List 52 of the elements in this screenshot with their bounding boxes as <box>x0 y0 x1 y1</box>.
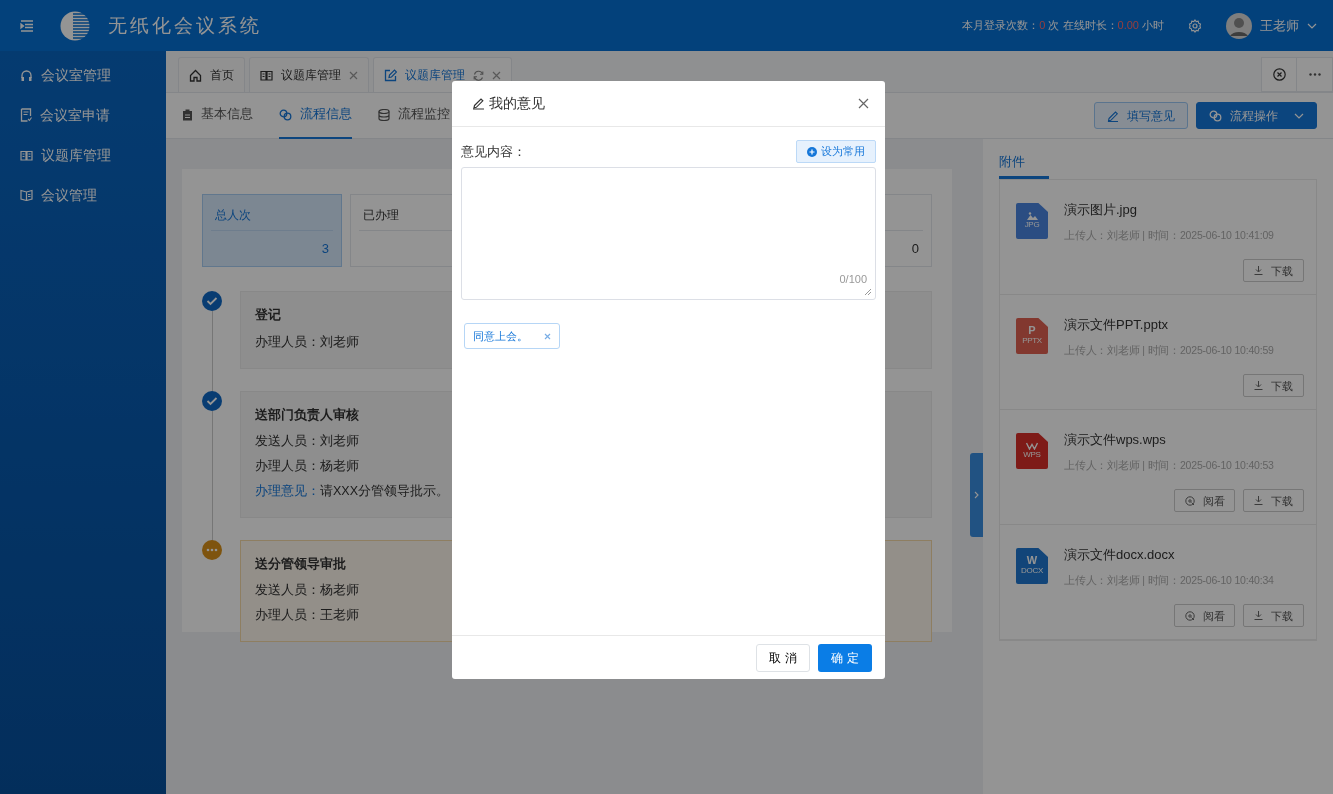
step-detail: 办理人员：杨老师 <box>255 458 359 475</box>
sidebar-item[interactable]: 会议室管理 <box>0 55 166 95</box>
file-type-label: WPS <box>1023 449 1041 461</box>
file-name[interactable]: 演示文件docx.docx <box>1064 545 1274 565</box>
page-tab[interactable]: 议题库管理 <box>249 57 369 92</box>
step-detail: 办理人员：刘老师 <box>255 333 359 351</box>
view-button[interactable]: 阅看 <box>1174 489 1235 513</box>
file-type-letter: W <box>1026 555 1038 567</box>
step-title: 登记 <box>255 307 282 324</box>
view-button[interactable]: 阅看 <box>1174 604 1235 628</box>
download-button[interactable]: 下载 <box>1243 489 1304 513</box>
file-type-label: JPG <box>1024 219 1040 231</box>
file-name[interactable]: 演示图片.jpg <box>1064 200 1274 220</box>
user-name[interactable]: 王老师 <box>1260 15 1299 36</box>
step-detail: 办理意见：请XXX分管领导批示。 <box>255 482 449 500</box>
step-detail: 发送人员：刘老师 <box>255 433 359 451</box>
stat-value: 0 <box>910 240 920 258</box>
file-name[interactable]: 演示文件wps.wps <box>1064 430 1274 450</box>
stat-label: 总人次 <box>211 195 333 231</box>
sidebar-item[interactable]: 会议室申请 <box>0 95 166 135</box>
set-common-button[interactable]: 设为常用 <box>796 140 876 163</box>
dialog-title: 我的意见 <box>489 94 545 113</box>
sidebar-item[interactable]: 会议管理 <box>0 175 166 215</box>
cancel-button[interactable]: 取 消 <box>756 643 810 672</box>
app-title: 无纸化会议系统 <box>108 13 262 39</box>
file-type-label: PPTX <box>1022 336 1042 347</box>
stat-card[interactable]: 总人次 3 <box>202 194 342 267</box>
stat-value: 3 <box>320 240 330 258</box>
download-button[interactable]: 下载 <box>1243 259 1304 283</box>
download-button[interactable]: 下载 <box>1243 604 1304 628</box>
file-name[interactable]: 演示文件PPT.pptx <box>1064 315 1274 335</box>
step-title: 送部门负责人审核 <box>255 406 360 424</box>
phrase-tag[interactable]: 同意上会。 <box>464 323 560 349</box>
char-counter: 0/100 <box>839 271 867 287</box>
dropdown-button[interactable]: 流程操作 <box>1196 102 1317 129</box>
login-stats: 本月登录次数：0 次 在线时长：0.00 小时 <box>962 18 1164 34</box>
step-detail: 办理人员：王老师 <box>255 607 359 624</box>
section-tab[interactable]: 流程信息 <box>279 92 352 139</box>
section-tab[interactable]: 基本信息 <box>182 92 253 139</box>
attachment-tab[interactable]: 附件 <box>999 149 1049 179</box>
section-tab[interactable]: 流程监控 <box>378 92 450 139</box>
page-tab[interactable]: 首页 <box>178 57 245 92</box>
opinion-textarea[interactable]: 0/100 <box>461 167 876 300</box>
confirm-button[interactable]: 确 定 <box>818 643 872 672</box>
download-button[interactable]: 下载 <box>1243 374 1304 398</box>
write-opinion-button[interactable]: 填写意见 <box>1094 102 1188 129</box>
field-label: 意见内容： <box>461 142 526 161</box>
file-type-label: DOCX <box>1021 566 1043 577</box>
file-type-letter: P <box>1028 325 1036 337</box>
step-title: 送分管领导审批 <box>255 555 347 573</box>
step-detail: 发送人员：杨老师 <box>255 582 359 600</box>
sidebar-item[interactable]: 议题库管理 <box>0 135 166 175</box>
